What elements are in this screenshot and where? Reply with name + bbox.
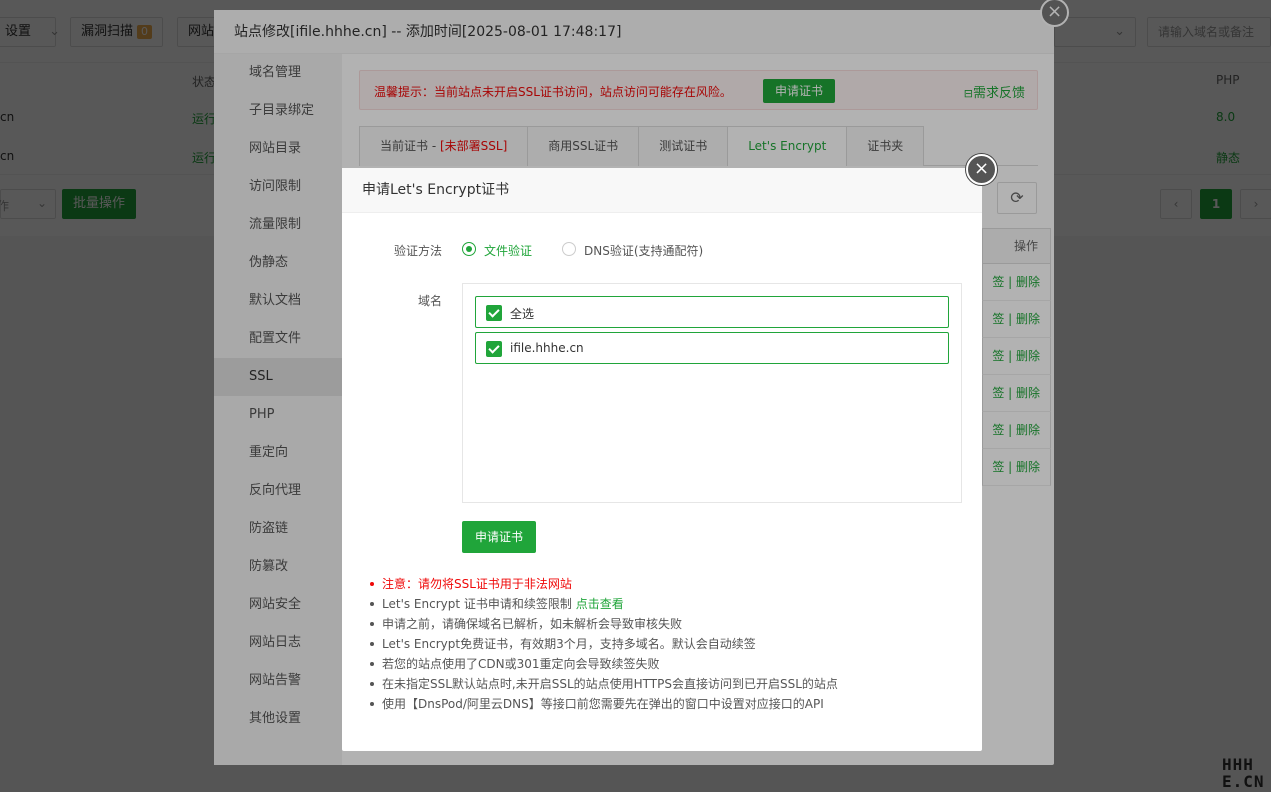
radio-dns-verify-label[interactable]: DNS验证(支持通配符)	[584, 242, 703, 259]
domain-label: 域名	[417, 294, 442, 308]
radio-dns-verify[interactable]	[562, 242, 576, 256]
watermark-logo: HHH E.CN	[1222, 755, 1265, 791]
radio-file-verify-label[interactable]: 文件验证	[484, 242, 532, 259]
verify-method-label: 验证方法	[393, 244, 442, 258]
checkbox-checked-icon[interactable]	[486, 341, 502, 357]
close-inner-dialog-button[interactable]: ×	[966, 154, 997, 185]
notes-list: 注意：请勿将SSL证书用于非法网站 Let's Encrypt 证书申请和续签限…	[370, 574, 970, 714]
list-item: 在未指定SSL默认站点时,未开启SSL的站点使用HTTPS会直接访问到已开启SS…	[370, 674, 970, 694]
list-item: Let's Encrypt免费证书，有效期3个月，支持多域名。默认会自动续签	[370, 634, 970, 654]
domain-select-all[interactable]: 全选	[475, 296, 949, 328]
list-item: 使用【DnsPod/阿里云DNS】等接口前您需要先在弹出的窗口中设置对应接口的A…	[370, 694, 970, 714]
checkbox-checked-icon[interactable]	[486, 305, 502, 321]
radio-file-verify[interactable]	[462, 242, 476, 256]
list-item: 注意：请勿将SSL证书用于非法网站	[370, 574, 970, 594]
list-item: 申请之前，请确保域名已解析，如未解析会导致审核失败	[370, 614, 970, 634]
list-item: 若您的站点使用了CDN或301重定向会导致续签失败	[370, 654, 970, 674]
list-item: Let's Encrypt 证书申请和续签限制 点击查看	[370, 594, 970, 614]
dialog-title: 申请Let's Encrypt证书	[342, 168, 982, 213]
view-limits-link[interactable]: 点击查看	[576, 597, 624, 611]
lets-encrypt-dialog: 申请Let's Encrypt证书 验证方法 文件验证 DNS验证(支持通配符)…	[342, 168, 982, 751]
domain-list: 全选 ifile.hhhe.cn	[462, 283, 962, 503]
close-icon: ×	[973, 158, 990, 179]
domain-item[interactable]: ifile.hhhe.cn	[475, 332, 949, 364]
apply-cert-button[interactable]: 申请证书	[462, 521, 536, 553]
